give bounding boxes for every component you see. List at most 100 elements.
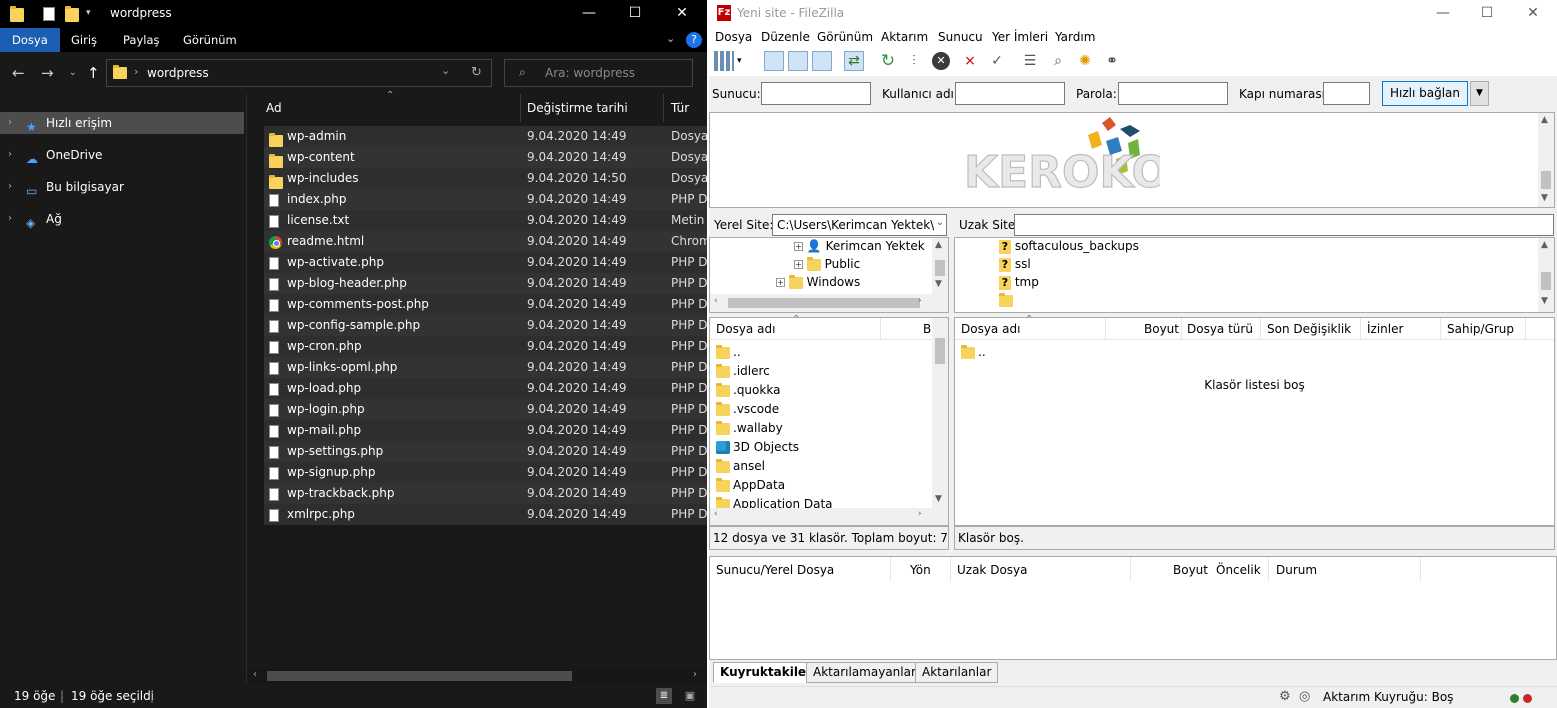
column-divider[interactable] (1105, 318, 1106, 340)
local-path-input[interactable]: C:\Users\Kerimcan Yektek\ ⌄ (772, 214, 947, 236)
column-divider[interactable] (880, 318, 881, 340)
file-row[interactable]: wp-settings.php 9.04.2020 14:49 PHP D (264, 441, 707, 462)
maximize-button[interactable]: ☐ (612, 0, 658, 28)
file-row[interactable]: wp-load.php 9.04.2020 14:49 PHP D (264, 378, 707, 399)
password-input[interactable] (1118, 82, 1228, 105)
file-row[interactable]: wp-mail.php 9.04.2020 14:49 PHP D (264, 420, 707, 441)
toggle-log-icon[interactable] (764, 51, 784, 71)
list-item[interactable]: 3D Objects (716, 438, 799, 457)
nav-item-quick-access[interactable]: › ★ Hızlı erişim (0, 112, 244, 134)
column-modified[interactable]: Son Değişiklik (1267, 322, 1351, 336)
scroll-up-icon[interactable]: ▲ (1541, 115, 1548, 125)
file-row[interactable]: wp-login.php 9.04.2020 14:49 PHP D (264, 399, 707, 420)
scrollbar-thumb[interactable] (935, 260, 945, 276)
file-row[interactable]: wp-admin 9.04.2020 14:49 Dosya (264, 126, 707, 147)
scrollbar-thumb[interactable] (935, 338, 945, 364)
column-filetype[interactable]: Dosya türü (1187, 322, 1253, 336)
quick-access-dropdown-icon[interactable]: ▾ (86, 8, 100, 22)
file-row[interactable]: wp-activate.php 9.04.2020 14:49 PHP D (264, 252, 707, 273)
file-row[interactable]: wp-content 9.04.2020 14:49 Dosya (264, 147, 707, 168)
refresh-icon[interactable]: ↻ (471, 65, 482, 80)
column-name[interactable]: Ad (266, 101, 282, 115)
list-hscrollbar[interactable]: ‹ › (710, 508, 948, 525)
expand-icon[interactable]: + (794, 260, 803, 269)
queue-column-status[interactable]: Durum (1276, 563, 1317, 577)
scroll-right-icon[interactable]: › (918, 296, 922, 306)
back-arrow-icon[interactable]: ← (12, 64, 25, 82)
disconnect-icon[interactable]: ⨯ (960, 51, 980, 71)
chevron-right-icon[interactable]: › (8, 208, 12, 230)
scrollbar-thumb[interactable] (267, 671, 572, 681)
column-divider[interactable] (1525, 318, 1526, 340)
queue-column-remote[interactable]: Uzak Dosya (957, 563, 1028, 577)
tree-scrollbar[interactable]: ▲ ▼ (1538, 238, 1554, 312)
file-row[interactable]: index.php 9.04.2020 14:49 PHP D (264, 189, 707, 210)
column-divider[interactable] (1181, 318, 1182, 340)
filter-icon[interactable]: ⫶ (904, 51, 924, 71)
tab-successful[interactable]: Aktarılanlar (915, 662, 999, 683)
scrollbar-thumb[interactable] (728, 298, 920, 308)
nav-item-network[interactable]: › ◈ Ağ (0, 208, 244, 230)
nav-item-this-pc[interactable]: › ▭ Bu bilgisayar (0, 176, 244, 198)
column-divider[interactable] (1420, 557, 1421, 581)
column-permissions[interactable]: İzinler (1367, 322, 1403, 336)
menu-yardim[interactable]: Yardım (1055, 30, 1095, 44)
tree-node-public[interactable]: + Public (794, 256, 860, 271)
column-divider[interactable] (950, 557, 951, 581)
host-input[interactable] (761, 82, 871, 105)
menu-aktarim[interactable]: Aktarım (881, 30, 928, 44)
site-manager-dropdown-icon[interactable]: ▾ (737, 51, 747, 71)
file-row[interactable]: wp-config-sample.php 9.04.2020 14:49 PHP D (264, 315, 707, 336)
scroll-up-icon[interactable]: ▲ (935, 240, 942, 250)
column-divider[interactable] (663, 94, 664, 122)
remote-path-input[interactable] (1014, 214, 1554, 236)
file-row[interactable]: wp-cron.php 9.04.2020 14:49 PHP D (264, 336, 707, 357)
tree-node-user[interactable]: + 👤 Kerimcan Yektek (794, 239, 925, 253)
details-view-icon[interactable]: ≣ (656, 688, 672, 704)
list-item-parent[interactable]: .. (961, 343, 986, 362)
list-scrollbar[interactable]: ▼ (932, 318, 948, 508)
file-row[interactable]: wp-includes 9.04.2020 14:50 Dosya (264, 168, 707, 189)
tree-node-ssl[interactable]: ? ssl (999, 257, 1031, 272)
column-divider[interactable] (520, 94, 521, 122)
reconnect-icon[interactable]: ✓ (987, 51, 1007, 71)
list-item[interactable]: .. (716, 343, 741, 362)
nav-item-onedrive[interactable]: › ☁ OneDrive (0, 144, 244, 166)
scroll-up-icon[interactable]: ▲ (1541, 240, 1548, 250)
file-row[interactable]: wp-trackback.php 9.04.2020 14:49 PHP D (264, 483, 707, 504)
tab-queued[interactable]: Kuyruktakiler (713, 662, 819, 683)
queue-column-direction[interactable]: Yön (910, 563, 931, 577)
gear-icon[interactable]: ⚙ (1279, 689, 1291, 704)
scroll-left-icon[interactable]: ‹ (714, 509, 718, 519)
tab-gorunum[interactable]: Görünüm (171, 28, 249, 52)
menu-gorunum[interactable]: Görünüm (817, 30, 873, 44)
forward-arrow-icon[interactable]: → (41, 64, 54, 82)
column-filename[interactable]: Dosya adı (961, 322, 1020, 336)
properties-icon[interactable] (43, 7, 55, 21)
tab-dosya[interactable]: Dosya (0, 28, 60, 52)
minimize-button[interactable]: — (566, 0, 612, 28)
file-row[interactable]: license.txt 9.04.2020 14:49 Metin (264, 210, 707, 231)
file-row[interactable]: wp-signup.php 9.04.2020 14:49 PHP D (264, 462, 707, 483)
minimize-button[interactable]: — (1420, 0, 1466, 28)
cancel-icon[interactable]: ✕ (932, 52, 950, 70)
expand-ribbon-icon[interactable]: ⌄ (666, 32, 675, 45)
file-row[interactable]: readme.html 9.04.2020 14:49 Chrom (264, 231, 707, 252)
address-bar[interactable]: › wordpress ⌄ ↻ (106, 59, 492, 87)
tab-paylas[interactable]: Paylaş (111, 28, 172, 52)
port-input[interactable] (1323, 82, 1370, 105)
column-type[interactable]: Tür (671, 101, 689, 115)
column-size[interactable]: Boyut (1144, 322, 1179, 336)
up-arrow-icon[interactable]: ↑ (87, 64, 100, 82)
list-item[interactable]: .vscode (716, 400, 779, 419)
file-row[interactable]: wp-links-opml.php 9.04.2020 14:49 PHP D (264, 357, 707, 378)
search-box[interactable]: ⌕ Ara: wordpress (504, 59, 693, 87)
toggle-remote-tree-icon[interactable] (812, 51, 832, 71)
column-filename[interactable]: Dosya adı (716, 322, 775, 336)
tab-failed[interactable]: Aktarılamayanlar (806, 662, 923, 683)
tree-node-tmp[interactable]: ? tmp (999, 275, 1039, 290)
column-divider[interactable] (1260, 318, 1261, 340)
large-icons-view-icon[interactable]: ▣ (682, 688, 698, 704)
column-divider[interactable] (1440, 318, 1441, 340)
scroll-down-icon[interactable]: ▼ (1541, 296, 1548, 306)
